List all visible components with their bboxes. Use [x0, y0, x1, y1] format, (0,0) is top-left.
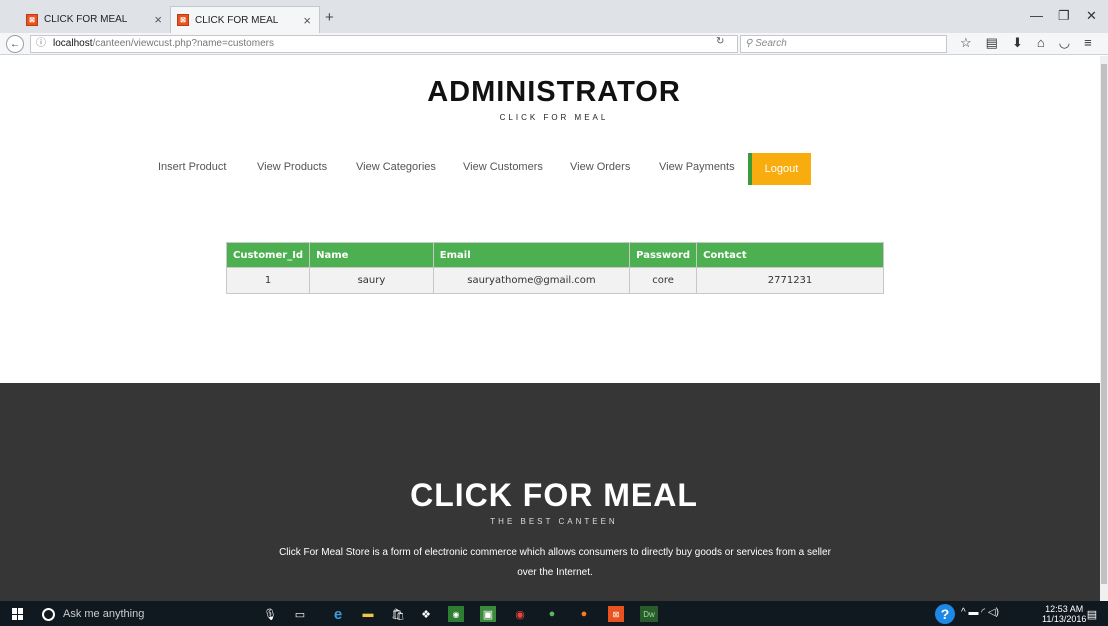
home-icon[interactable]: ⌂ — [1037, 35, 1045, 51]
tab-label: CLICK FOR MEAL — [195, 14, 279, 26]
chrome-icon[interactable]: ◉ — [512, 606, 528, 622]
url-host: localhost — [53, 38, 93, 49]
column-header: Password — [629, 242, 698, 268]
url-bar[interactable]: ⓘ localhost/canteen/viewcust.php?name=cu… — [30, 35, 738, 53]
table-row: 1 saury sauryathome@gmail.com core 27712… — [225, 267, 884, 294]
close-tab-icon[interactable]: × — [303, 13, 311, 28]
footer-description: Click For Meal Store is a form of electr… — [279, 547, 831, 578]
page-subtitle: CLICK FOR MEAL — [499, 113, 609, 122]
edge-icon[interactable]: e — [330, 606, 346, 623]
column-header: Email — [432, 242, 631, 268]
column-header: Name — [309, 242, 434, 268]
microphone-icon[interactable]: 🎙 — [262, 606, 278, 622]
file-explorer-icon[interactable]: ▬ — [360, 606, 376, 622]
menu-view-payments[interactable]: View Payments — [659, 161, 735, 173]
browser-tab-active[interactable]: ⊠ CLICK FOR MEAL × — [170, 6, 320, 33]
dreamweaver-icon[interactable]: Dw — [640, 606, 658, 622]
cortana-search[interactable]: Ask me anything — [42, 605, 242, 623]
cell-name: saury — [309, 267, 434, 294]
cell-contact: 2771231 — [696, 267, 884, 294]
xampp-favicon-icon: ⊠ — [177, 14, 189, 26]
toolbar-icons: ☆ ▤ ⬇ ⌂ ◡ ≡ — [960, 35, 1092, 51]
browser-tab[interactable]: ⊠ CLICK FOR MEAL × — [20, 6, 170, 33]
menu-view-customers[interactable]: View Customers — [463, 161, 543, 173]
scrollbar-thumb[interactable] — [1101, 64, 1107, 584]
windows-taskbar: Ask me anything 🎙 ▭ e ▬ 🛍 ❖ ◉ ▣ ◉ ● ● ⊠ … — [0, 601, 1108, 626]
taskbar-clock[interactable]: 12:53 AM 11/13/2016 — [1042, 604, 1086, 624]
windows-start-icon[interactable] — [12, 608, 24, 620]
search-icon: ⚲ — [745, 38, 756, 49]
footer: CLICK FOR MEAL THE BEST CANTEEN Click Fo… — [0, 383, 1100, 601]
app-icon[interactable]: ▣ — [480, 606, 496, 622]
browser-search-input[interactable]: ⚲ Search — [740, 35, 947, 53]
firefox-icon[interactable]: ● — [576, 606, 592, 622]
cell-email: sauryathome@gmail.com — [432, 267, 631, 294]
menu-view-orders[interactable]: View Orders — [570, 161, 630, 173]
tab-label: CLICK FOR MEAL — [44, 14, 128, 25]
xampp-icon[interactable]: ⊠ — [608, 606, 624, 622]
bookmarks-list-icon[interactable]: ▤ — [986, 35, 998, 51]
app-icon[interactable]: ● — [544, 606, 560, 622]
menu-icon[interactable]: ≡ — [1084, 35, 1092, 51]
url-path: /canteen/viewcust.php?name=customers — [92, 38, 274, 49]
clock-date: 11/13/2016 — [1042, 614, 1087, 624]
column-header: Contact — [696, 242, 884, 268]
pocket-icon[interactable]: ◡ — [1059, 35, 1070, 51]
restore-icon[interactable]: ❐ — [1058, 8, 1070, 24]
bookmark-star-icon[interactable]: ☆ — [960, 35, 972, 51]
menu-insert-product[interactable]: Insert Product — [158, 161, 226, 173]
search-placeholder: Search — [755, 38, 787, 49]
info-icon[interactable]: ⓘ — [36, 36, 46, 52]
cell-customer-id: 1 — [225, 267, 311, 294]
store-icon[interactable]: 🛍 — [390, 606, 406, 622]
cell-password: core — [629, 267, 698, 294]
notifications-icon[interactable]: ▤ — [1084, 606, 1100, 622]
dropbox-icon[interactable]: ❖ — [418, 606, 434, 622]
clock-time: 12:53 AM — [1045, 604, 1084, 614]
close-tab-icon[interactable]: × — [154, 12, 162, 27]
customers-table: Customer_Id Name Email Password Contact … — [225, 242, 884, 294]
admin-menu: Insert Product View Products View Catego… — [0, 153, 1100, 185]
task-view-icon[interactable]: ▭ — [292, 606, 308, 622]
column-header: Customer_Id — [225, 242, 311, 268]
xampp-favicon-icon: ⊠ — [26, 13, 38, 26]
cortana-placeholder: Ask me anything — [63, 608, 145, 620]
minimize-icon[interactable]: — — [1030, 8, 1043, 23]
logout-button[interactable]: Logout — [748, 153, 811, 185]
table-header-row: Customer_Id Name Email Password Contact — [225, 242, 884, 268]
page-content: ADMINISTRATOR CLICK FOR MEAL Insert Prod… — [0, 56, 1100, 601]
browser-tab-bar: ⊠ CLICK FOR MEAL × ⊠ CLICK FOR MEAL × + … — [0, 0, 1108, 33]
menu-view-categories[interactable]: View Categories — [356, 161, 436, 173]
close-window-icon[interactable]: ✕ — [1086, 8, 1097, 24]
help-icon[interactable]: ? — [935, 604, 955, 624]
footer-title: CLICK FOR MEAL — [410, 477, 698, 513]
cortana-icon — [42, 607, 55, 621]
page-scrollbar[interactable] — [1100, 56, 1108, 601]
download-icon[interactable]: ⬇ — [1012, 35, 1023, 51]
app-icon[interactable]: ◉ — [448, 606, 464, 622]
back-icon[interactable]: ← — [6, 35, 24, 53]
system-tray-icons[interactable]: ^ ▬ ◜ ◁) — [961, 607, 999, 618]
reload-icon[interactable]: ↻ — [716, 36, 724, 47]
page-title: ADMINISTRATOR — [427, 76, 681, 108]
new-tab-icon[interactable]: + — [325, 9, 334, 26]
footer-subtitle: THE BEST CANTEEN — [490, 517, 618, 526]
menu-view-products[interactable]: View Products — [257, 161, 327, 173]
